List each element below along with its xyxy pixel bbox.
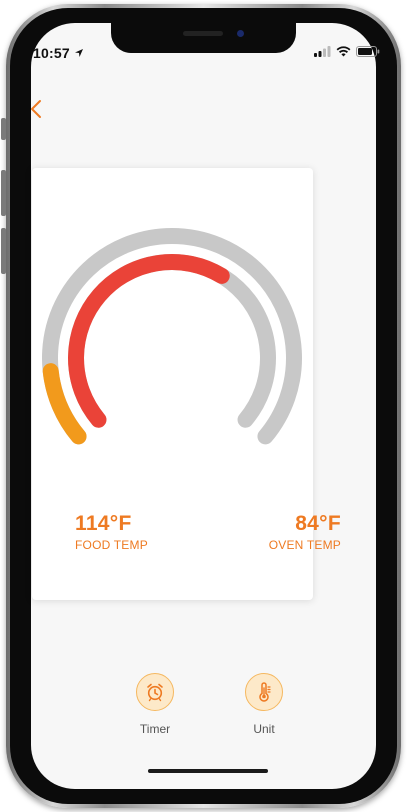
food-temp-label: FOOD TEMP (75, 538, 148, 552)
timer-label: Timer (139, 722, 171, 736)
unit-button[interactable]: Unit (234, 673, 294, 736)
oven-temp-label: OVEN TEMP (268, 538, 341, 552)
oven-temp-value: 84°F (295, 512, 341, 535)
status-icons (314, 46, 380, 57)
alarm-clock-icon (147, 683, 163, 702)
wifi-icon (336, 46, 351, 57)
notch (111, 23, 296, 53)
location-arrow-icon (74, 49, 83, 57)
volume-up-button (1, 170, 6, 216)
front-camera (237, 30, 244, 37)
thermometer-icon (259, 682, 271, 702)
status-time-text: 10:57 (33, 45, 70, 61)
back-chevron-icon[interactable] (26, 98, 48, 120)
food-temp-arc (68, 254, 230, 428)
home-indicator (148, 769, 268, 773)
oven-temp-readout: 84°F OVEN TEMP (269, 512, 341, 552)
volume-down-button (1, 228, 6, 274)
food-temp-value: 114°F (75, 512, 132, 535)
signal-icon (314, 46, 331, 57)
timer-button[interactable]: Timer (125, 673, 185, 736)
status-time: 10:57 (33, 45, 84, 61)
battery-icon (356, 46, 380, 57)
temperature-gauge (42, 228, 302, 445)
food-temp-readout: 114°F FOOD TEMP (75, 512, 148, 552)
speaker (183, 31, 223, 36)
silent-switch (1, 118, 6, 140)
unit-label: Unit (253, 722, 275, 736)
unit-icon-badge (245, 673, 283, 711)
timer-icon-badge (136, 673, 174, 711)
